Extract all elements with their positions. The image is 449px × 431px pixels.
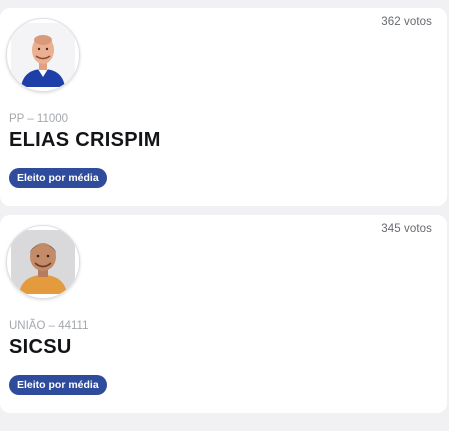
candidate-avatar — [6, 225, 80, 299]
candidate-avatar — [6, 18, 80, 92]
candidate-card[interactable]: 362 votos PP – 11000 ELIAS CRISPIM Eleit… — [0, 8, 447, 206]
candidate-card[interactable]: 345 votos UNIÃO – 44111 SICSU Eleito por… — [0, 215, 447, 413]
vote-count: 345 votos — [381, 223, 432, 235]
party-number: UNIÃO – 44111 — [9, 320, 89, 332]
candidate-photo-icon — [11, 230, 75, 294]
vote-count: 362 votos — [381, 16, 432, 28]
party-number: PP – 11000 — [9, 113, 69, 125]
status-badge: Eleito por média — [9, 168, 107, 188]
status-badge: Eleito por média — [9, 375, 107, 395]
candidate-name: SICSU — [9, 336, 72, 358]
candidate-photo-icon — [11, 23, 75, 87]
candidate-name: ELIAS CRISPIM — [9, 129, 161, 151]
